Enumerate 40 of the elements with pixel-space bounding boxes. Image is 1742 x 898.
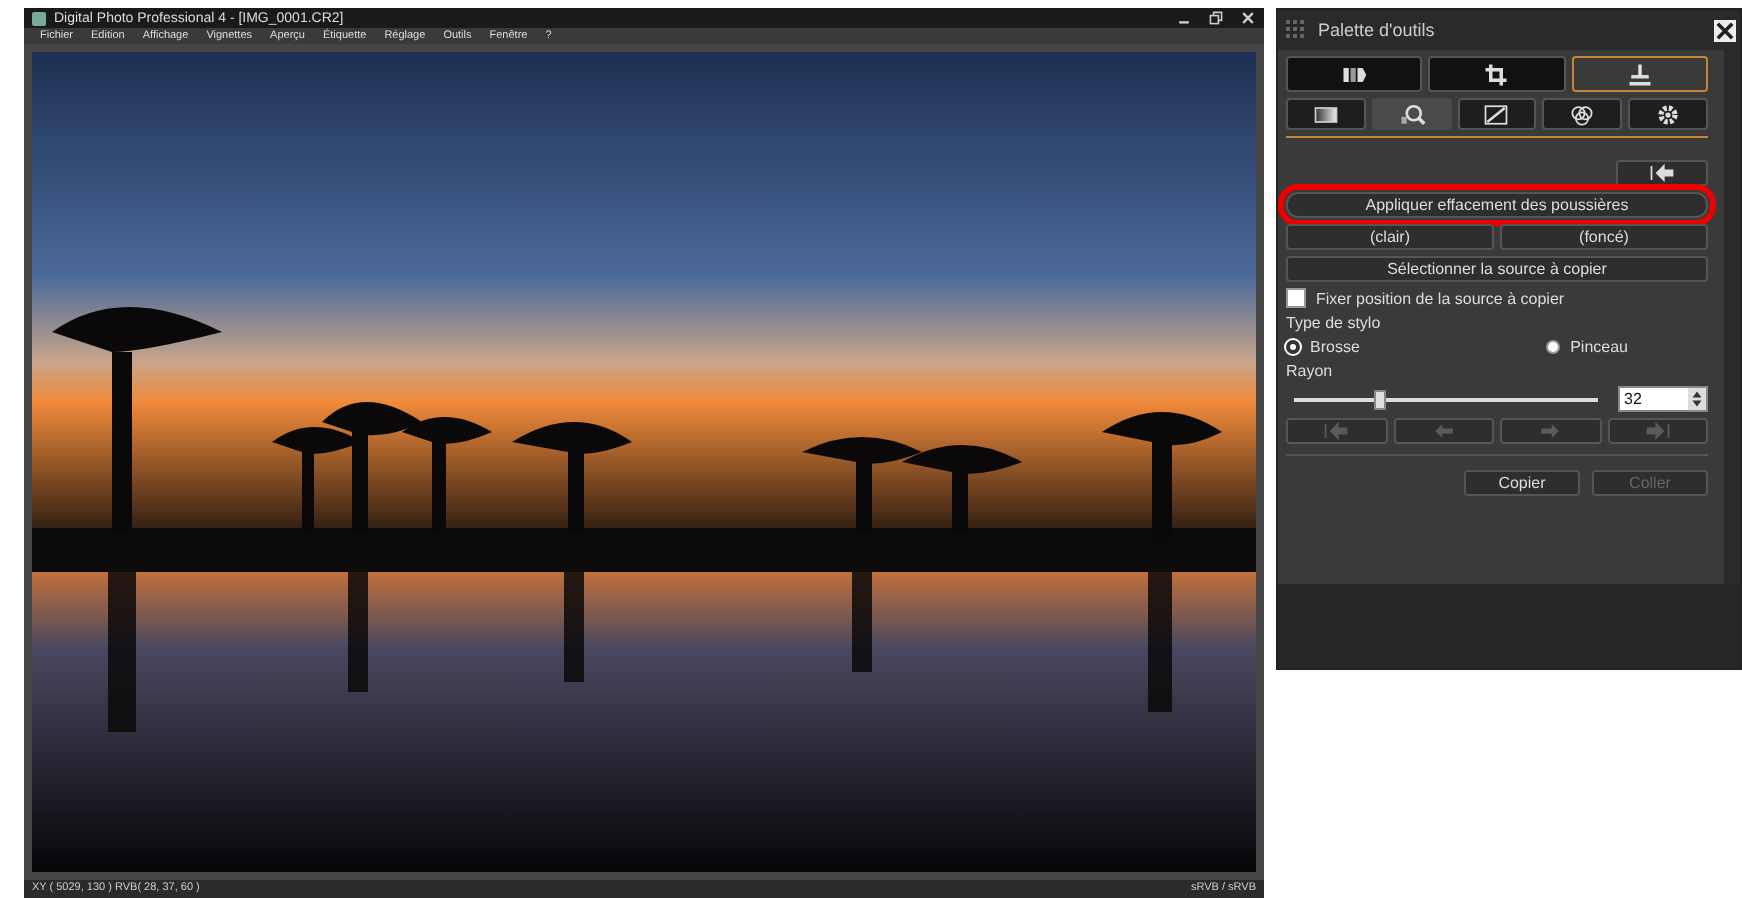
- film-strip-icon: [1340, 63, 1369, 85]
- select-source-button[interactable]: Sélectionner la source à copier: [1286, 256, 1708, 282]
- stamp-icon: [1625, 63, 1654, 85]
- palette-title: Palette d'outils: [1318, 20, 1435, 40]
- tool-tab[interactable]: [1571, 56, 1708, 92]
- panel-tab[interactable]: [1286, 98, 1366, 130]
- action-button[interactable]: Copier: [1464, 470, 1580, 496]
- gradient-icon: [1311, 103, 1340, 125]
- grip-icon: [1286, 20, 1306, 40]
- first-arrow-icon: [1322, 422, 1351, 440]
- tool-tab[interactable]: [1428, 56, 1566, 92]
- panel-tab[interactable]: [1542, 98, 1623, 130]
- tone-button[interactable]: (foncé): [1500, 224, 1708, 250]
- section-label: Type de stylo: [1286, 314, 1383, 332]
- last-arrow-icon: [1643, 422, 1672, 440]
- panel-tab[interactable]: [1371, 98, 1452, 130]
- color-circles-icon: [1568, 103, 1597, 125]
- radio-button[interactable]: [1546, 340, 1561, 354]
- checkbox-label: Fixer position de la source à copier: [1316, 289, 1565, 307]
- panel-tab[interactable]: [1628, 98, 1708, 130]
- curve-icon: [1482, 103, 1511, 125]
- radio-label: Brosse: [1310, 338, 1360, 356]
- close-icon[interactable]: [1714, 19, 1736, 41]
- app-icon: [32, 11, 46, 26]
- tone-button[interactable]: (clair): [1286, 224, 1494, 250]
- checkbox[interactable]: [1286, 288, 1306, 308]
- gear-icon: [1654, 103, 1683, 125]
- slider-thumb[interactable]: [1373, 389, 1386, 409]
- spin-arrows-icon[interactable]: [1690, 390, 1704, 408]
- reset-arrow-icon: [1648, 164, 1676, 182]
- magnifier-icon: [1397, 103, 1426, 125]
- crop-icon: [1482, 63, 1511, 85]
- radio-button[interactable]: [1286, 340, 1300, 354]
- radius-spinbox[interactable]: 32: [1618, 386, 1708, 412]
- section-label: Rayon: [1286, 362, 1335, 380]
- tool-tab[interactable]: [1286, 56, 1423, 92]
- restore-icon[interactable]: [1208, 10, 1224, 27]
- undo-button[interactable]: [1616, 160, 1708, 186]
- radio-label: Pinceau: [1570, 338, 1628, 356]
- panel-tab[interactable]: [1457, 98, 1537, 130]
